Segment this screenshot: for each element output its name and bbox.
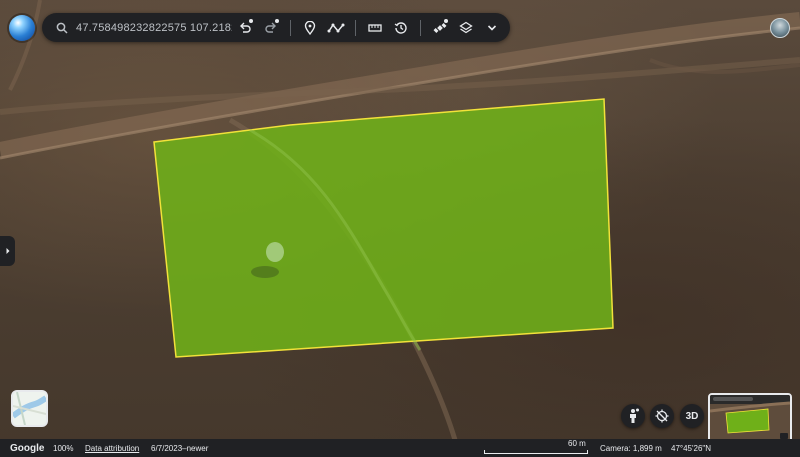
street-view-pegman-button[interactable]	[621, 404, 645, 428]
zoom-level: 100%	[53, 443, 74, 453]
chevron-down-icon[interactable]	[479, 13, 505, 42]
pegman-icon	[630, 408, 639, 423]
toolbar-divider	[420, 19, 421, 36]
draw-path-icon[interactable]	[323, 13, 349, 42]
imagery-date: 6/7/2023–newer	[151, 443, 209, 453]
satellite-add-icon[interactable]	[427, 13, 453, 42]
side-panel-toggle[interactable]	[0, 236, 15, 266]
redo-icon[interactable]	[258, 13, 284, 42]
data-attribution-link[interactable]: Data attribution	[85, 444, 139, 453]
measure-ruler-icon[interactable]	[362, 13, 388, 42]
map-style-button[interactable]	[11, 390, 48, 427]
scale-bar[interactable]	[484, 450, 588, 454]
toolbar-divider	[290, 19, 291, 36]
map-view[interactable]	[0, 0, 800, 457]
search-input[interactable]	[76, 16, 232, 39]
toggle-3d-label: 3D	[685, 410, 699, 422]
avatar[interactable]	[770, 18, 790, 38]
scale-label: 60 m	[568, 439, 586, 448]
search-icon[interactable]	[48, 13, 76, 42]
map-style-thumbnail-icon	[13, 392, 46, 425]
status-bar: Google 100% Data attribution 6/7/2023–ne…	[0, 439, 800, 457]
toggle-3d-button[interactable]: 3D	[680, 404, 704, 428]
historical-imagery-icon[interactable]	[388, 13, 414, 42]
field-polygon	[153, 98, 614, 358]
satellite-imagery	[0, 0, 800, 441]
place-pin-icon[interactable]	[297, 13, 323, 42]
earth-menu-button[interactable]	[9, 15, 35, 41]
minimap-imagery	[710, 395, 790, 445]
top-toolbar	[42, 13, 510, 42]
compass-off-icon	[655, 409, 669, 423]
layers-icon[interactable]	[453, 13, 479, 42]
camera-altitude: Camera: 1,899 m	[600, 443, 662, 453]
chevron-right-icon	[6, 248, 9, 254]
undo-icon[interactable]	[232, 13, 258, 42]
toolbar-divider	[355, 19, 356, 36]
google-logo: Google	[10, 442, 45, 454]
reset-north-button[interactable]	[650, 404, 674, 428]
coordinates-readout: 47°45'26"N	[671, 443, 712, 453]
